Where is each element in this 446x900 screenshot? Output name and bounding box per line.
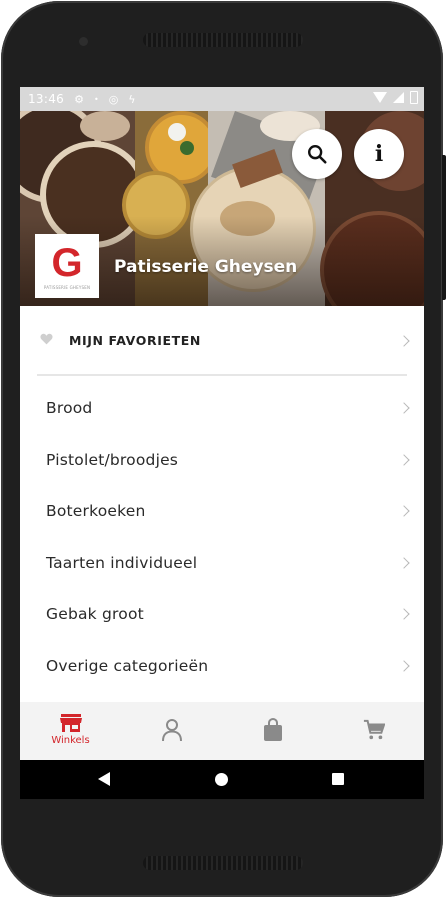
gear-icon: ⚙ [74,92,84,106]
bottom-navigation: Winkels [20,702,424,760]
app-screen: 13:46 ⚙ • ◎ ϟ i G PATISSERIE GHEYSEN Pat… [20,87,424,799]
category-row-overige[interactable]: Overige categorieën [20,642,424,694]
chevron-right-icon [398,453,410,466]
category-label: Overige categorieën [46,656,209,675]
status-time: 13:46 [28,92,65,106]
favorites-label: MIJN FAVORIETEN [69,333,201,348]
category-label: Taarten individueel [46,553,198,572]
signal-icon [393,92,404,103]
chevron-right-icon [398,659,410,672]
chevron-right-icon [398,556,410,569]
kiwi-dot [180,141,194,155]
cart-icon [363,719,385,740]
shop-title: Patisserie Gheysen [114,257,298,277]
nav-orders[interactable] [222,702,323,760]
chevron-right-icon [398,402,410,414]
dot-icon: • [93,94,99,104]
logo-subtext: PATISSERIE GHEYSEN [43,284,91,290]
system-navigation-bar [20,760,424,799]
front-camera [79,37,88,46]
category-label: Brood [46,399,93,417]
store-icon [59,714,82,732]
battery-icon [410,91,418,104]
favorites-row[interactable]: MIJN FAVORIETEN [20,306,424,376]
category-label: Boterkoeken [46,502,146,520]
status-bar: 13:46 ⚙ • ◎ ϟ [20,87,424,111]
heart-icon [40,333,53,345]
home-icon[interactable] [215,773,228,786]
category-list: MIJN FAVORIETEN Brood Pistolet/broodjes … [20,306,424,693]
pastry-cream [80,111,130,141]
nav-profile[interactable] [121,702,222,760]
chevron-right-icon [398,505,410,517]
favorites-divider [37,374,407,376]
category-row-pistolet[interactable]: Pistolet/broodjes [20,436,424,488]
category-row-gebak[interactable]: Gebak groot [20,590,424,642]
shop-logo: G PATISSERIE GHEYSEN [35,234,99,298]
wifi-icon [373,92,387,103]
cream-dot-1 [168,123,186,141]
category-row-taarten[interactable]: Taarten individueel [20,539,424,591]
bolt-icon: ϟ [128,92,136,106]
bag-icon [263,718,282,741]
nav-label-winkels: Winkels [51,735,90,746]
category-label: Gebak groot [46,605,144,623]
back-icon[interactable] [98,772,110,786]
header-banner: i G PATISSERIE GHEYSEN Patisserie Gheyse… [20,111,424,306]
nav-cart[interactable] [323,702,424,760]
chevron-right-icon [398,335,410,347]
info-button[interactable]: i [354,129,404,179]
bottom-speaker [143,856,303,870]
chevron-right-icon [398,608,410,620]
search-icon [308,145,327,164]
category-row-brood[interactable]: Brood [20,384,424,436]
category-row-boterkoeken[interactable]: Boterkoeken [20,487,424,539]
info-icon: i [374,141,384,167]
recent-apps-icon[interactable] [332,773,344,785]
profile-icon [161,719,182,742]
power-button [442,155,446,300]
circle-icon: ◎ [108,92,119,106]
logo-letter: G [51,240,83,285]
top-speaker [143,33,303,47]
category-label: Pistolet/broodjes [46,450,179,469]
search-button[interactable] [292,129,342,179]
nav-winkels[interactable]: Winkels [20,702,121,760]
